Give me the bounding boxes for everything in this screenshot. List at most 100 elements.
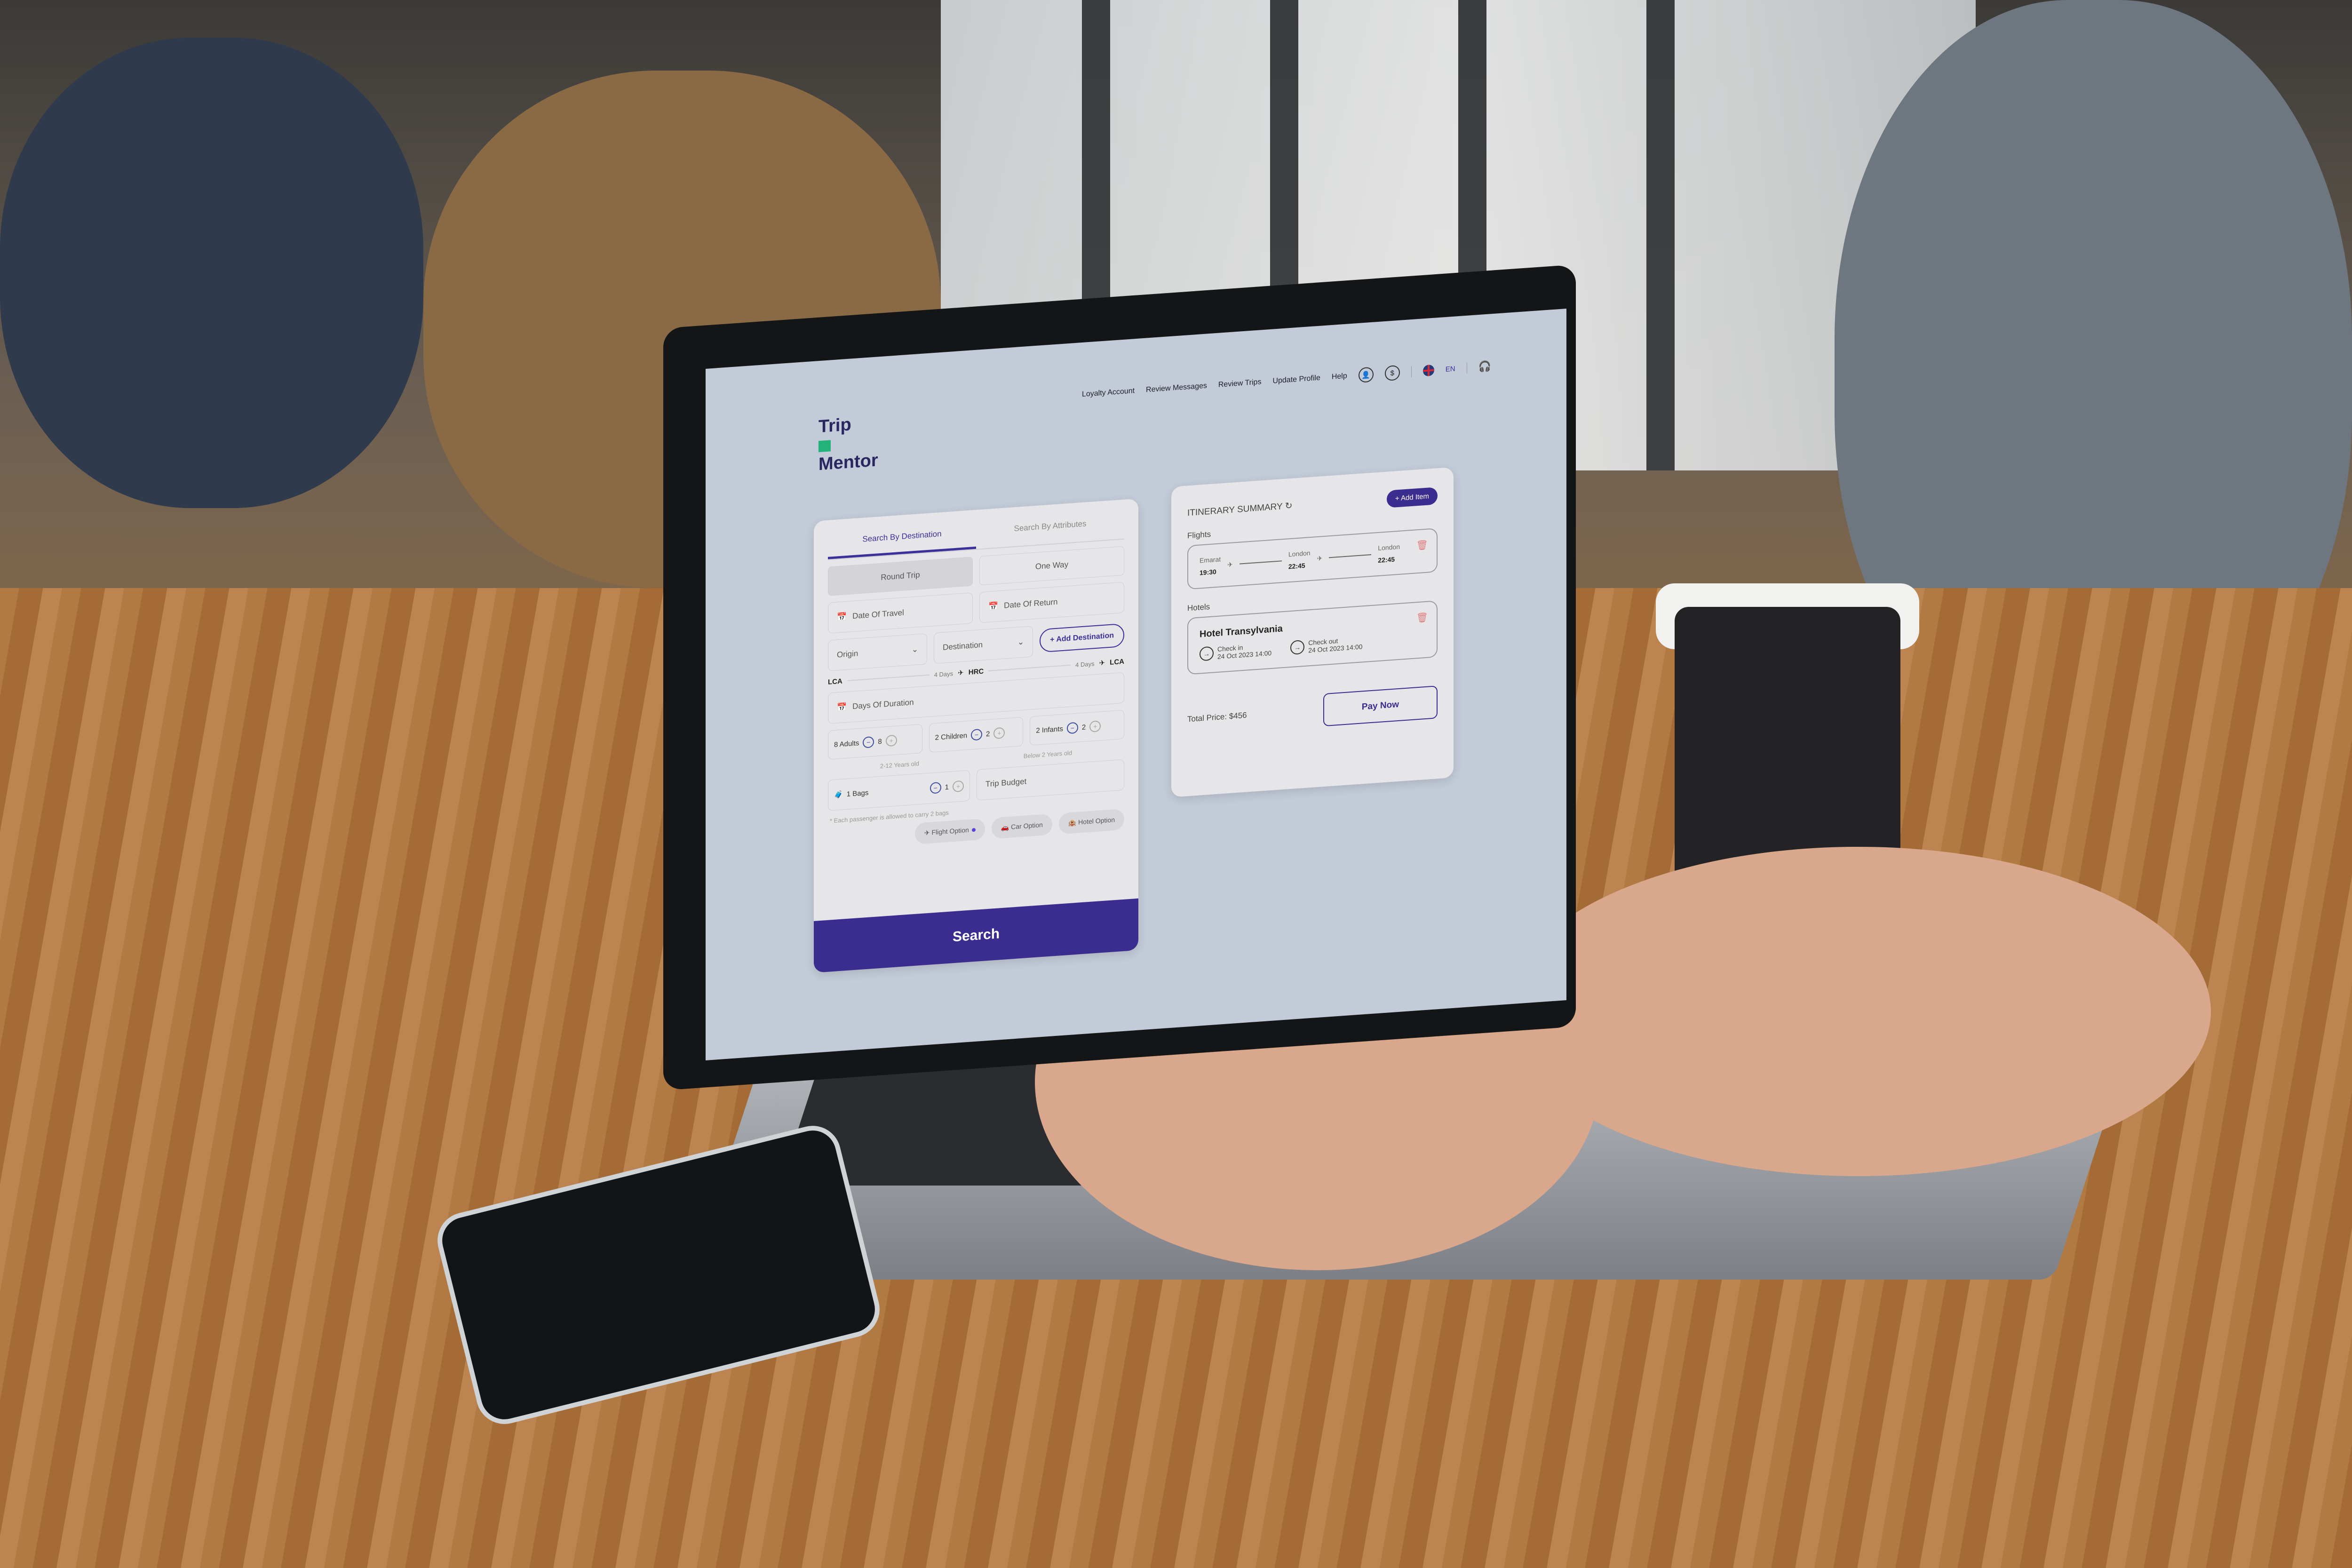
children-stepper: 2 Children − 2 + [929, 716, 1024, 753]
date-of-travel-field[interactable]: 📅 Date Of Travel [828, 592, 973, 634]
logo-text-mentor: Mentor [818, 450, 878, 475]
route-destination-code: LCA [1110, 657, 1124, 667]
days-of-duration-placeholder: Days Of Duration [852, 698, 914, 711]
flight-stop: London 22:45 [1288, 549, 1311, 570]
nav-divider [1411, 366, 1412, 378]
adults-stepper: 8 Adults − 8 + [828, 724, 922, 760]
nav-review-trips[interactable]: Review Trips [1218, 378, 1262, 389]
flight-segment-line [1239, 560, 1282, 565]
bags-count: 1 [945, 783, 949, 791]
date-of-return-field[interactable]: 📅 Date Of Return [979, 581, 1124, 623]
chevron-down-icon: ⌄ [911, 645, 919, 654]
itinerary-title-text: ITINERARY SUMMARY [1187, 501, 1283, 518]
nav-loyalty-account[interactable]: Loyalty Account [1082, 387, 1135, 399]
flag-uk-icon[interactable] [1422, 364, 1434, 377]
search-button[interactable]: Search [814, 898, 1138, 973]
route-leg1-days: 4 Days [934, 669, 954, 678]
bags-label: 1 Bags [846, 788, 869, 798]
selected-dot-indicator [971, 828, 976, 832]
hotel-itinerary-item: Hotel Transylvania → Check in 24 Oct 2023 … [1187, 600, 1438, 675]
logo-mark-icon [818, 440, 831, 453]
nav-links: Loyalty Account Review Messages Review T… [1082, 358, 1491, 402]
bags-stepper: 🧳 1 Bags − 1 + [828, 770, 970, 811]
check-in-icon: → [1200, 646, 1214, 661]
flight-option-chip[interactable]: ✈ Flight Option [914, 818, 985, 844]
airplane-icon: ✈ [1099, 659, 1105, 668]
plus-icon[interactable]: + [953, 780, 964, 793]
infants-age-hint: Below 2 Years old [1023, 749, 1073, 760]
hotel-option-label: Hotel Option [1078, 816, 1115, 826]
trash-icon[interactable]: 🗑 [1416, 539, 1428, 552]
infants-stepper: 2 Infants − 2 + [1030, 709, 1125, 746]
airplane-icon: ✈ [924, 828, 932, 837]
pay-now-button[interactable]: Pay Now [1323, 685, 1438, 727]
adults-label: 8 Adults [834, 739, 859, 749]
round-trip-option[interactable]: Round Trip [828, 557, 973, 596]
plus-icon[interactable]: + [1089, 720, 1101, 732]
calendar-icon: 📅 [988, 601, 999, 611]
nav-review-messages[interactable]: Review Messages [1146, 382, 1207, 394]
car-icon: 🚗 [1001, 823, 1011, 832]
user-icon[interactable]: 👤 [1358, 366, 1374, 383]
route-stop-code: HRC [968, 667, 984, 677]
trip-budget-field[interactable]: Trip Budget [977, 759, 1124, 801]
hotel-option-chip[interactable]: 🏨 Hotel Option [1058, 808, 1124, 835]
check-out-icon: → [1290, 639, 1305, 655]
children-label: 2 Children [935, 731, 968, 742]
minus-icon[interactable]: − [971, 728, 983, 741]
date-of-travel-placeholder: Date Of Travel [852, 608, 904, 621]
plus-icon[interactable]: + [885, 734, 897, 747]
destination-placeholder: Destination [943, 640, 983, 652]
stop-time: 19:30 [1200, 568, 1216, 577]
plus-icon[interactable]: + [993, 727, 1005, 740]
itinerary-summary-card: ITINERARY SUMMARY ↻ + Add Item Flights E… [1171, 467, 1454, 797]
airplane-icon: ✈ [1317, 554, 1323, 562]
trip-mentor-logo[interactable]: Trip Mentor [818, 413, 884, 474]
airplane-icon: ✈ [1227, 560, 1233, 568]
chevron-down-icon: ⌄ [1017, 637, 1025, 647]
destination-select[interactable]: Destination ⌄ [934, 626, 1033, 664]
currency-icon[interactable]: $ [1384, 365, 1400, 382]
tab-search-by-attributes[interactable]: Search By Attributes [976, 500, 1124, 549]
airplane-icon: ✈ [958, 669, 964, 677]
search-card: Search By Destination Search By Attribut… [814, 498, 1138, 973]
route-line [847, 674, 930, 681]
car-option-chip[interactable]: 🚗 Car Option [991, 813, 1052, 839]
route-leg2-days: 4 Days [1075, 660, 1095, 669]
calendar-icon: 📅 [837, 702, 847, 712]
minus-icon[interactable]: − [930, 781, 941, 794]
nav-update-profile[interactable]: Update Profile [1272, 374, 1320, 386]
route-line [988, 664, 1071, 671]
add-destination-button[interactable]: + Add Destination [1040, 623, 1125, 653]
calendar-icon: 📅 [837, 612, 847, 622]
flight-stop: London 22:45 [1378, 543, 1400, 564]
headset-icon[interactable]: 🎧 [1478, 360, 1491, 373]
stop-city: Emarat [1200, 555, 1221, 565]
laptop-screen: Trip Mentor Loyalty Account Review Messa… [706, 309, 1566, 1060]
trash-icon[interactable]: 🗑 [1416, 612, 1428, 624]
luggage-icon: 🧳 [834, 790, 843, 799]
background-person-left [0, 38, 423, 508]
flight-stop: Emarat 19:30 [1200, 555, 1221, 576]
adults-count: 8 [878, 737, 882, 746]
stop-city: London [1378, 542, 1400, 552]
one-way-option[interactable]: One Way [979, 546, 1124, 586]
infants-count: 2 [1081, 723, 1086, 732]
flight-option-label: Flight Option [931, 826, 969, 836]
origin-select[interactable]: Origin ⌄ [828, 633, 928, 671]
right-hand [1505, 847, 2211, 1176]
children-age-hint: 2-12 Years old [880, 760, 919, 770]
refresh-icon[interactable]: ↻ [1285, 501, 1293, 511]
nav-help[interactable]: Help [1332, 372, 1347, 382]
children-count: 2 [986, 730, 990, 738]
minus-icon[interactable]: − [863, 736, 874, 748]
add-item-button[interactable]: + Add Item [1386, 487, 1438, 508]
language-selector[interactable]: EN [1446, 365, 1455, 373]
minus-icon[interactable]: − [1066, 722, 1078, 734]
date-of-return-placeholder: Date Of Return [1004, 597, 1058, 610]
tab-search-by-destination[interactable]: Search By Destination [828, 509, 976, 559]
hotel-icon: 🏨 [1068, 818, 1079, 827]
total-price: Total Price: $456 [1187, 710, 1247, 724]
flight-segment-line [1329, 554, 1372, 558]
stop-time: 22:45 [1378, 555, 1395, 565]
